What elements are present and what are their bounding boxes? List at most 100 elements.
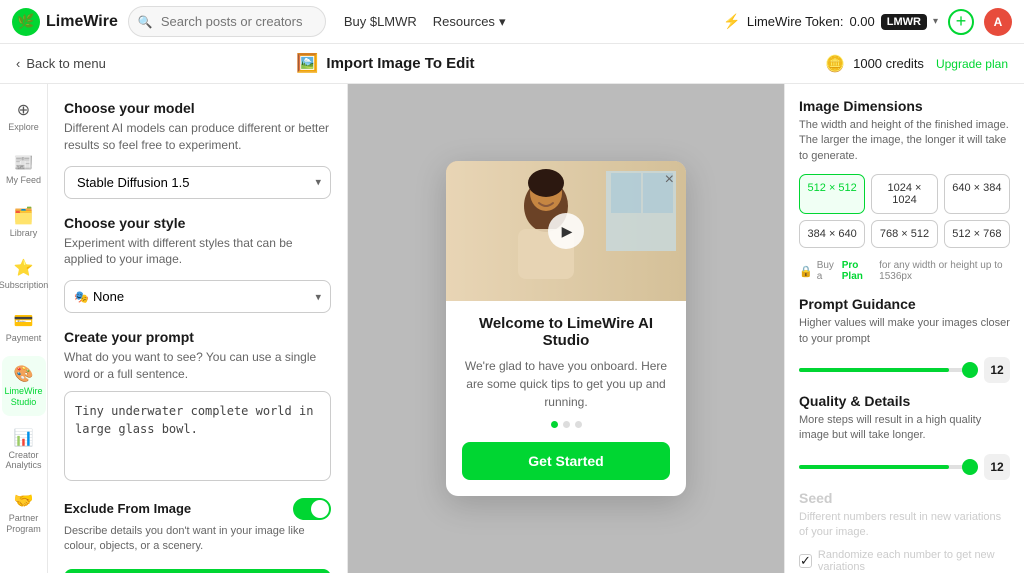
sidebar: ⊕ Explore 📰 My Feed 🗂️ Library ⭐ Subscri… bbox=[0, 84, 48, 573]
generate-button[interactable]: ✨ Generate Image bbox=[64, 569, 331, 573]
guidance-desc: Higher values will make your images clos… bbox=[799, 316, 1010, 347]
guidance-slider-thumb[interactable] bbox=[962, 362, 978, 378]
dim-640x384[interactable]: 640 × 384 bbox=[944, 174, 1010, 214]
token-badge: LMWR bbox=[881, 14, 927, 30]
logo-icon: 🌿 bbox=[12, 8, 40, 36]
dimensions-title: Image Dimensions bbox=[799, 98, 1010, 114]
get-started-button[interactable]: Get Started bbox=[462, 442, 670, 480]
dim-512x512[interactable]: 512 × 512 bbox=[799, 174, 865, 214]
search-input[interactable] bbox=[128, 6, 326, 37]
dot-3 bbox=[575, 421, 582, 428]
quality-value: 12 bbox=[984, 454, 1010, 480]
search-bar[interactable]: 🔍 bbox=[128, 6, 326, 37]
model-select-wrapper: Stable Diffusion 1.5 Stable Diffusion XL… bbox=[64, 166, 331, 199]
token-label: LimeWire Token: bbox=[747, 14, 844, 29]
model-select[interactable]: Stable Diffusion 1.5 Stable Diffusion XL… bbox=[64, 166, 331, 199]
sidebar-item-library[interactable]: 🗂️ Library bbox=[2, 198, 46, 247]
right-panel: Image Dimensions The width and height of… bbox=[784, 84, 1024, 573]
modal-video-thumbnail: ▶ bbox=[446, 161, 686, 301]
form-panel: Choose your model Different AI models ca… bbox=[48, 84, 348, 573]
exclude-title: Exclude From Image bbox=[64, 501, 191, 516]
exclude-toggle[interactable] bbox=[293, 498, 331, 520]
randomize-label: Randomize each number to get new variati… bbox=[818, 549, 1010, 573]
guidance-slider-fill bbox=[799, 368, 949, 372]
sidebar-analytics-label: Creator Analytics bbox=[6, 450, 42, 472]
balance-area: 🪙 1000 credits Upgrade plan bbox=[825, 54, 1008, 74]
lock-icon: 🔒 bbox=[799, 265, 813, 278]
dot-2 bbox=[563, 421, 570, 428]
buy-lmwr-link[interactable]: Buy $LMWR bbox=[344, 14, 417, 29]
back-label: Back to menu bbox=[26, 56, 106, 71]
studio-icon: 🎨 bbox=[14, 364, 34, 384]
toggle-knob bbox=[311, 500, 329, 518]
partner-icon: 🤝 bbox=[14, 491, 34, 511]
quality-title: Quality & Details bbox=[799, 393, 1010, 409]
sidebar-item-studio[interactable]: 🎨 LimeWire Studio bbox=[2, 356, 46, 416]
modal-dots bbox=[462, 421, 670, 428]
search-icon: 🔍 bbox=[138, 15, 153, 29]
avatar[interactable]: A bbox=[984, 8, 1012, 36]
quality-slider-thumb[interactable] bbox=[962, 459, 978, 475]
chevron-down-icon: ▾ bbox=[499, 14, 506, 30]
modal-desc: We're glad to have you onboard. Here are… bbox=[462, 357, 670, 411]
pro-note: 🔒 Buy a Pro Plan for any width or height… bbox=[799, 260, 1010, 282]
dot-1 bbox=[551, 421, 558, 428]
randomize-checkbox[interactable]: ✓ bbox=[799, 554, 812, 568]
sidebar-item-feed[interactable]: 📰 My Feed bbox=[2, 145, 46, 194]
guidance-slider-track[interactable] bbox=[799, 368, 976, 372]
sidebar-studio-label: LimeWire Studio bbox=[5, 386, 43, 408]
explore-icon: ⊕ bbox=[17, 100, 30, 120]
sidebar-partner-label: Partner Program bbox=[6, 513, 42, 535]
sidebar-item-analytics[interactable]: 📊 Creator Analytics bbox=[2, 420, 46, 480]
model-title: Choose your model bbox=[64, 100, 331, 116]
style-select[interactable]: None Photorealistic Anime Oil Painting W… bbox=[64, 280, 331, 313]
dim-768x512[interactable]: 768 × 512 bbox=[871, 220, 937, 248]
play-button[interactable]: ▶ bbox=[548, 213, 584, 249]
token-area: ⚡ LimeWire Token: 0.00 LMWR ▾ bbox=[723, 13, 938, 30]
guidance-slider-row: 12 bbox=[799, 357, 1010, 383]
play-icon: ▶ bbox=[562, 223, 573, 240]
modal-overlay: × bbox=[348, 84, 784, 573]
feed-icon: 📰 bbox=[14, 153, 34, 173]
modal-close-button[interactable]: × bbox=[665, 171, 674, 189]
style-desc: Experiment with different styles that ca… bbox=[64, 235, 331, 269]
upgrade-link[interactable]: Upgrade plan bbox=[936, 57, 1008, 71]
quality-desc: More steps will result in a high quality… bbox=[799, 413, 1010, 444]
modal-body: Welcome to LimeWire AI Studio We're glad… bbox=[446, 301, 686, 496]
back-to-menu-button[interactable]: ‹ Back to menu bbox=[16, 56, 296, 71]
sidebar-feed-label: My Feed bbox=[6, 175, 41, 186]
logo: 🌿 LimeWire bbox=[12, 8, 118, 36]
sidebar-item-subscription[interactable]: ⭐ Subscription bbox=[2, 250, 46, 299]
exclude-desc: Describe details you don't want in your … bbox=[64, 524, 331, 555]
quality-slider-row: 12 bbox=[799, 454, 1010, 480]
import-title: Import Image To Edit bbox=[326, 55, 474, 72]
sidebar-item-explore[interactable]: ⊕ Explore bbox=[2, 92, 46, 141]
payment-icon: 💳 bbox=[14, 311, 34, 331]
welcome-modal: × bbox=[446, 161, 686, 496]
sidebar-subscription-label: Subscription bbox=[0, 280, 48, 291]
sub-navigation: ‹ Back to menu 🖼️ Import Image To Edit 🪙… bbox=[0, 44, 1024, 84]
dim-512x768[interactable]: 512 × 768 bbox=[944, 220, 1010, 248]
top-navigation: 🌿 LimeWire 🔍 Buy $LMWR Resources ▾ ⚡ Lim… bbox=[0, 0, 1024, 44]
sidebar-library-label: Library bbox=[10, 228, 38, 239]
dim-384x640[interactable]: 384 × 640 bbox=[799, 220, 865, 248]
add-button[interactable]: + bbox=[948, 9, 974, 35]
dimension-grid: 512 × 512 1024 × 1024 640 × 384 384 × 64… bbox=[799, 174, 1010, 248]
quality-slider-fill bbox=[799, 465, 949, 469]
resources-link[interactable]: Resources ▾ bbox=[433, 14, 506, 30]
sidebar-item-partner[interactable]: 🤝 Partner Program bbox=[2, 483, 46, 543]
import-image-icon: 🖼️ bbox=[296, 53, 318, 74]
subscription-icon: ⭐ bbox=[14, 258, 34, 278]
modal-title: Welcome to LimeWire AI Studio bbox=[462, 315, 670, 349]
pro-plan-link[interactable]: Pro Plan bbox=[842, 260, 875, 282]
back-arrow-icon: ‹ bbox=[16, 56, 20, 71]
resources-label: Resources bbox=[433, 14, 495, 29]
quality-slider-track[interactable] bbox=[799, 465, 976, 469]
prompt-textarea[interactable]: Tiny underwater complete world in large … bbox=[64, 391, 331, 481]
dim-1024x1024[interactable]: 1024 × 1024 bbox=[871, 174, 937, 214]
token-chevron-icon[interactable]: ▾ bbox=[933, 16, 938, 27]
sidebar-item-payment[interactable]: 💳 Payment bbox=[2, 303, 46, 352]
coin-icon: 🪙 bbox=[825, 54, 845, 74]
prompt-desc: What do you want to see? You can use a s… bbox=[64, 349, 331, 383]
import-header: 🖼️ Import Image To Edit bbox=[296, 53, 474, 74]
